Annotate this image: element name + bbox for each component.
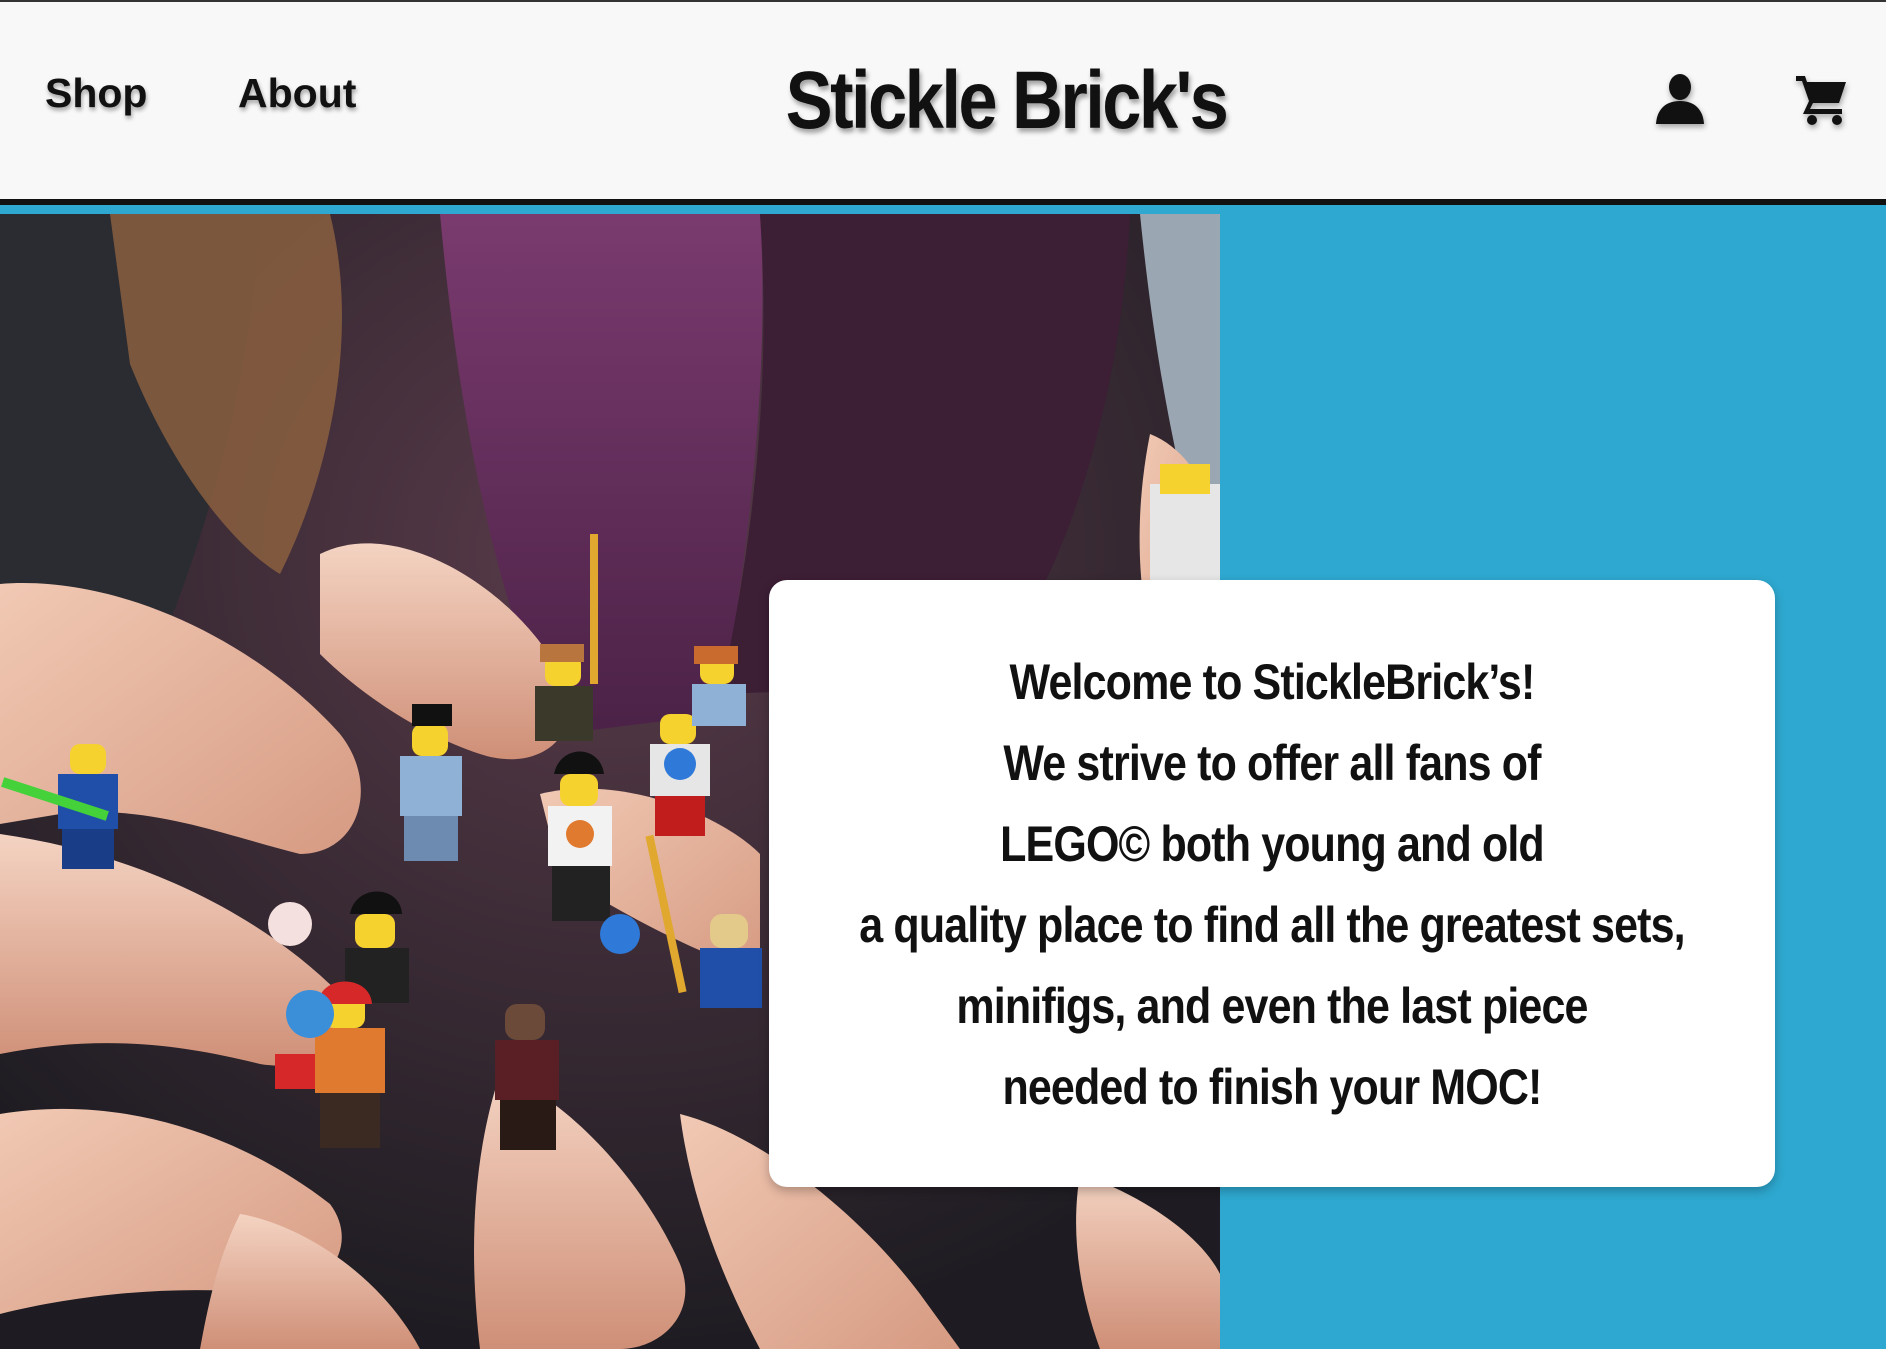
welcome-card: Welcome to StickleBrick’s! We strive to … — [769, 580, 1775, 1187]
nav-shop-link[interactable]: Shop — [45, 70, 147, 117]
welcome-line-6: needed to finish your MOC! — [1002, 1059, 1542, 1115]
site-header: Stickle Brick's Shop About — [0, 0, 1886, 199]
welcome-line-4: a quality place to find all the greatest… — [859, 897, 1685, 953]
welcome-line-5: minifigs, and even the last piece — [956, 978, 1588, 1034]
cart-icon[interactable] — [1794, 70, 1850, 126]
welcome-line-2: We strive to offer all fans of — [1003, 735, 1541, 791]
header-divider — [0, 199, 1886, 205]
nav-about-link[interactable]: About — [238, 70, 356, 117]
welcome-line-3: LEGO© both young and old — [1000, 816, 1545, 872]
page: Stickle Brick's Shop About Welcome to St… — [0, 0, 1886, 1349]
welcome-line-1: Welcome to StickleBrick’s! — [1009, 654, 1536, 710]
user-icon-glyph — [1656, 74, 1704, 124]
user-icon[interactable] — [1652, 70, 1708, 126]
brand-title[interactable]: Stickle Brick's — [141, 54, 1871, 148]
cart-icon-glyph — [1796, 76, 1846, 125]
